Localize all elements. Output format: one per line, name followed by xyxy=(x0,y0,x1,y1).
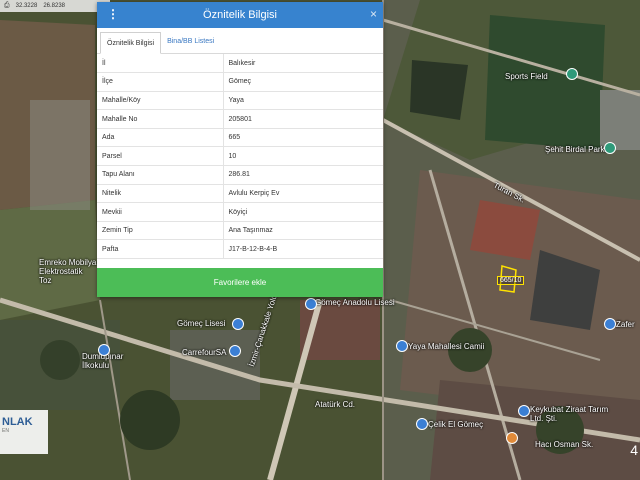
attr-key: Mahalle No xyxy=(97,109,224,129)
map-label-sports-field: Sports Field xyxy=(505,72,548,81)
tab-oznitelik-bilgisi[interactable]: Öznitelik Bilgisi xyxy=(100,32,162,54)
attr-value: 665 xyxy=(223,128,383,148)
attr-key: Mahalle/Köy xyxy=(97,91,224,111)
map-toolbar: ⎙ 32.3228 26.8238 xyxy=(0,0,110,12)
attr-key: Tapu Alanı xyxy=(97,165,224,185)
table-row: Mevkii Köyiçi xyxy=(97,202,383,222)
school-pin-icon[interactable] xyxy=(232,318,244,330)
brand-name: NLAK xyxy=(2,416,33,428)
school-pin-icon[interactable] xyxy=(98,344,110,356)
map-label-carrefour: CarrefourSA xyxy=(182,348,227,357)
business-pin-icon[interactable] xyxy=(416,418,428,430)
attr-value: 205801 xyxy=(223,109,383,129)
table-row: İlçe Gömeç xyxy=(97,72,383,92)
attr-value: J17-B-12-B-4-B xyxy=(223,239,383,260)
map-label-gomec-lisesi: Gömeç Lisesi xyxy=(177,319,226,328)
shopping-pin-icon[interactable] xyxy=(229,345,241,357)
table-row: Zemin Tip Ana Taşınmaz xyxy=(97,221,383,241)
table-row: Parsel 10 xyxy=(97,146,383,167)
corner-number: 4 xyxy=(630,442,638,458)
mosque-pin-icon[interactable] xyxy=(396,340,408,352)
map-label-keykubat: Keykubat Ziraat Tarım Ltd. Şti. xyxy=(530,405,609,423)
panel-tabs: Öznitelik Bilgisi Bina/BB Listesi xyxy=(97,28,383,54)
attr-value: Yaya xyxy=(223,91,383,111)
map-label-dumlupinar: Dumlupınar İlkokulu xyxy=(82,352,124,370)
panel-title: Öznitelik Bilgisi xyxy=(203,9,277,21)
brand-logo: NLAK EN xyxy=(0,410,48,454)
attr-key: Parsel xyxy=(97,146,224,167)
attr-value: Balıkesir xyxy=(223,54,383,74)
parcel-badge[interactable]: 665/10 xyxy=(497,276,525,285)
kebab-menu-icon[interactable]: ⋮ xyxy=(107,8,119,20)
table-row: Ada 665 xyxy=(97,128,383,148)
printer-icon[interactable]: ⎙ xyxy=(4,2,10,10)
map-label-celik: Çelik El Gömeç xyxy=(428,420,484,429)
attr-value: Köyiçi xyxy=(223,202,383,222)
map-label-haci-osman: Hacı Osman Sk. xyxy=(535,440,594,449)
map-label-zafer: Zafer xyxy=(616,320,635,329)
table-row: Pafta J17-B-12-B-4-B xyxy=(97,239,383,260)
attr-key: İlçe xyxy=(97,72,224,92)
attr-value: Avlulu Kerpiç Ev xyxy=(223,184,383,204)
table-row: Mahalle/Köy Yaya xyxy=(97,91,383,111)
attr-key: Zemin Tip xyxy=(97,221,224,241)
park-pin-icon[interactable] xyxy=(604,142,616,154)
attr-value: 10 xyxy=(223,146,383,167)
park-pin-icon[interactable] xyxy=(566,68,578,80)
brand-sub: EN xyxy=(2,428,9,434)
business-pin-icon[interactable] xyxy=(604,318,616,330)
table-row: İl Balıkesir xyxy=(97,54,383,74)
attr-key: Nitelik xyxy=(97,184,224,204)
business-pin-icon[interactable] xyxy=(518,405,530,417)
add-to-favorites-button[interactable]: Favorilere ekle xyxy=(97,268,383,297)
attr-key: Pafta xyxy=(97,239,224,260)
map-label-yaya-camii: Yaya Mahallesi Camii xyxy=(408,342,485,351)
school-pin-icon[interactable] xyxy=(305,298,317,310)
panel-header: ⋮ Öznitelik Bilgisi × xyxy=(97,2,383,28)
table-row: Tapu Alanı 286.81 xyxy=(97,165,383,185)
attr-value: Ana Taşınmaz xyxy=(223,221,383,241)
map-label-emreko: Emreko Mobilya Elektrostatik Toz xyxy=(39,258,97,285)
map-label-ataturk-cd: Atatürk Cd. xyxy=(315,400,356,409)
table-row: Nitelik Avlulu Kerpiç Ev xyxy=(97,184,383,204)
attribute-table: İl Balıkesir İlçe Gömeç Mahalle/Köy Yaya Ma… xyxy=(97,54,383,260)
attr-key: İl xyxy=(97,54,224,74)
map-label-gomec-anadolu: Gömeç Anadolu Lisesi xyxy=(315,298,395,307)
attr-key: Ada xyxy=(97,128,224,148)
attr-value: 286.81 xyxy=(223,165,383,185)
attr-value: Gömeç xyxy=(223,72,383,92)
coord-x: 32.3228 xyxy=(15,3,38,9)
tab-bina-bb-listesi[interactable]: Bina/BB Listesi xyxy=(161,31,220,53)
attribute-panel: ⋮ Öznitelik Bilgisi × Öznitelik Bilgisi … xyxy=(97,2,383,297)
close-icon[interactable]: × xyxy=(370,8,377,20)
table-row: Mahalle No 205801 xyxy=(97,109,383,129)
coord-y: 26.8238 xyxy=(43,3,66,9)
map-label-sehit-birdal: Şehit Birdal Parkı xyxy=(545,145,607,154)
attr-key: Mevkii xyxy=(97,202,224,222)
food-pin-icon[interactable] xyxy=(506,432,518,444)
